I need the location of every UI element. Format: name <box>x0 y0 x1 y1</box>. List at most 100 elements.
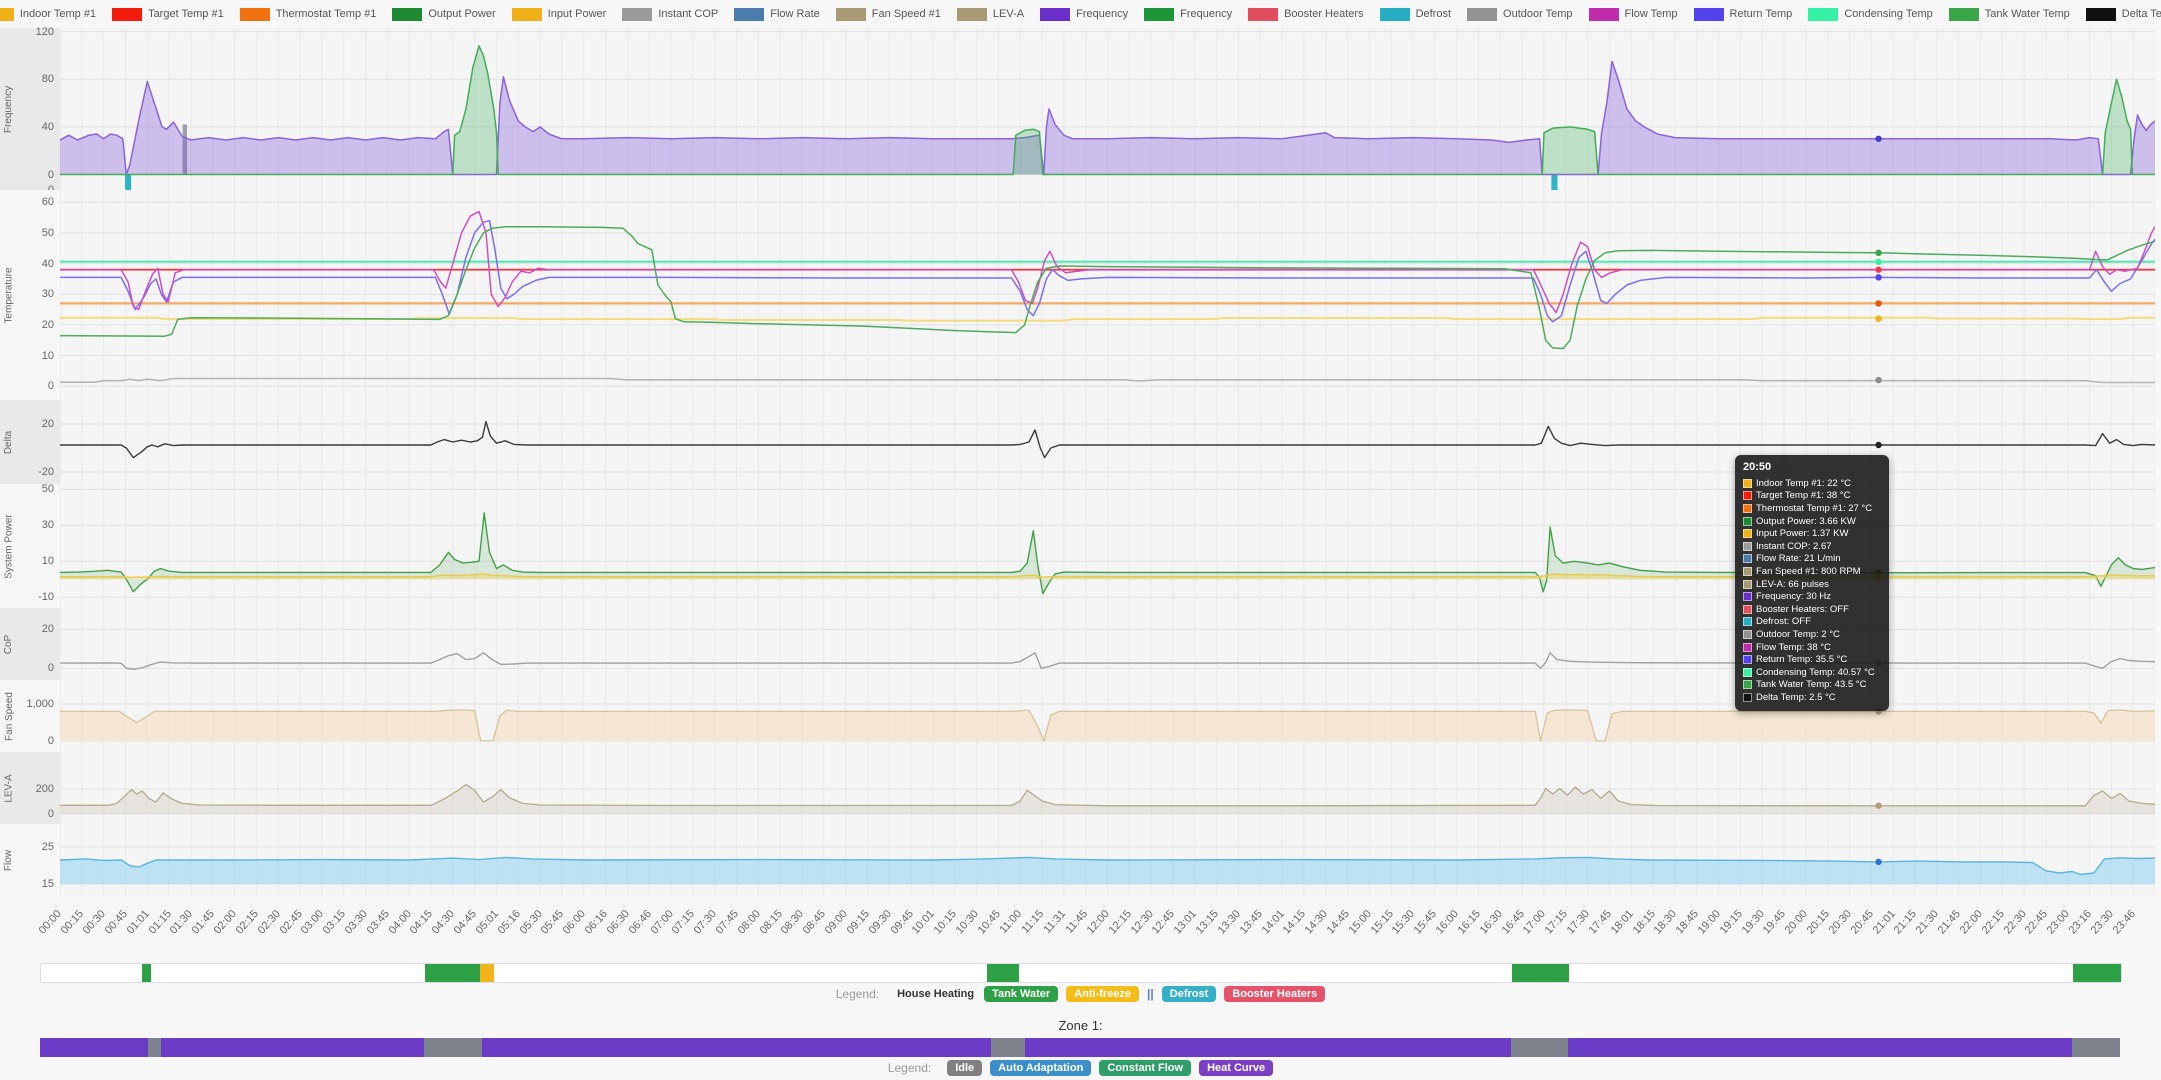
legend-item-defrost[interactable]: Defrost <box>1379 7 1452 21</box>
temperature-crosshair-dot <box>1875 315 1882 322</box>
legend-label: Input Power <box>547 8 607 20</box>
legend-item-lev-a[interactable]: LEV-A <box>956 7 1025 21</box>
tooltip-value: Output Power: 3.66 KW <box>1756 515 1856 527</box>
legend-item-return-temp[interactable]: Return Temp <box>1693 7 1792 21</box>
bar-segment <box>990 1038 1026 1057</box>
tooltip-value: Fan Speed #1: 800 RPM <box>1756 565 1861 577</box>
frequency-event-bar <box>1551 174 1558 190</box>
legend-item-target-temp-1[interactable]: Target Temp #1 <box>112 7 224 21</box>
legend-item-delta-temp[interactable]: Delta Temp <box>2085 7 2161 21</box>
legend-swatch <box>239 7 270 21</box>
fan_speed-ytick: 1,000 <box>26 698 54 710</box>
fan_speed-axis-title: Fan Speed <box>3 691 15 741</box>
legend-item-frequency[interactable]: Frequency <box>1040 7 1128 21</box>
system_power-axis-title: System Power <box>3 513 15 579</box>
temperature-ytick: 50 <box>41 226 54 239</box>
legend-swatch <box>622 7 653 21</box>
legend-badge-constant-flow: Constant Flow <box>1099 1060 1192 1076</box>
tooltip-row: Frequency: 30 Hz <box>1743 590 1881 603</box>
legend-item-frequency[interactable]: Frequency <box>1144 7 1233 21</box>
legend-item-outdoor-temp[interactable]: Outdoor Temp <box>1467 7 1573 21</box>
flow-crosshair-dot <box>1875 858 1882 866</box>
temperature-plot-area[interactable] <box>60 190 2155 400</box>
legend-badge-house-heating: House Heating <box>897 988 975 1000</box>
tooltip-value: Condensing Temp: 40.57 °C <box>1756 666 1875 678</box>
tooltip-swatch <box>1743 667 1752 677</box>
tooltip-row: Booster Heaters: OFF <box>1743 603 1881 616</box>
legend-item-indoor-temp-1[interactable]: Indoor Temp #1 <box>0 7 96 21</box>
legend-swatch <box>1808 7 1839 21</box>
lev_a-ytick: 200 <box>35 783 54 795</box>
cop-ytick: 0 <box>47 662 54 675</box>
legend-label: LEV-A <box>992 8 1025 20</box>
legend-item-flow-rate[interactable]: Flow Rate <box>734 7 820 21</box>
temperature-ytick: 30 <box>41 288 54 301</box>
delta-ytick: -20 <box>38 466 54 478</box>
system_power-ytick: -10 <box>38 591 54 604</box>
cop-ytick: 20 <box>41 623 54 636</box>
legend-label: Outdoor Temp <box>1503 8 1573 20</box>
cop-axis-title: CoP <box>3 634 15 654</box>
legend-item-condensing-temp[interactable]: Condensing Temp <box>1808 7 1933 21</box>
bar-segment <box>424 964 481 982</box>
tooltip-row: Return Temp: 35.5 °C <box>1743 653 1881 666</box>
frequency-plot-area[interactable] <box>60 28 2155 190</box>
tooltip-row: Thermostat Temp #1: 27 °C <box>1743 502 1881 515</box>
legend-item-thermostat-temp-1[interactable]: Thermostat Temp #1 <box>239 7 376 21</box>
tooltip-swatch <box>1743 503 1752 513</box>
legend-item-output-power[interactable]: Output Power <box>392 7 496 21</box>
tooltip-value: Flow Rate: 21 L/min <box>1756 553 1841 565</box>
tooltip-swatch <box>1743 579 1752 589</box>
legend-item-input-power[interactable]: Input Power <box>511 7 607 21</box>
legend-item-flow-temp[interactable]: Flow Temp <box>1588 7 1678 21</box>
tooltip-value: Frequency: 30 Hz <box>1756 591 1831 603</box>
zone-mode-bar <box>40 1038 2120 1057</box>
tooltip-swatch <box>1743 617 1752 627</box>
legend-label: Frequency <box>1180 8 1233 20</box>
lev_a-plot-area[interactable] <box>60 752 2155 824</box>
temperature-crosshair-dot <box>1875 249 1882 257</box>
tooltip-row: Fan Speed #1: 800 RPM <box>1743 565 1881 578</box>
bar-segment <box>480 964 495 982</box>
legend-swatch <box>2085 7 2116 21</box>
tooltip-value: Input Power: 1.37 KW <box>1756 528 1849 540</box>
temperature-crosshair-dot <box>1875 258 1882 266</box>
lev_a-axis-column: LEV-A 200 0 <box>0 752 60 824</box>
legend-item-tank-water-temp[interactable]: Tank Water Temp <box>1948 7 2070 21</box>
temperature-crosshair-dot <box>1875 300 1882 307</box>
panel-temperature: Temperature 60 50 40 30 20 10 0 <box>0 190 2155 400</box>
delta-crosshair-dot <box>1875 441 1882 449</box>
lev_a-crosshair-dot <box>1875 802 1882 809</box>
flow-plot-area[interactable] <box>60 824 2155 896</box>
frequency-ytick: 40 <box>41 120 54 133</box>
temperature-ytick: 40 <box>41 257 54 270</box>
legend-item-fan-speed-1[interactable]: Fan Speed #1 <box>835 7 941 21</box>
delta-axis-title: Delta <box>3 430 15 454</box>
legend-item-instant-cop[interactable]: Instant COP <box>622 7 718 21</box>
series-area-fan-speed-1 <box>60 709 2155 741</box>
legend-item-booster-heaters[interactable]: Booster Heaters <box>1248 7 1364 21</box>
x-axis-time-labels: 00:00 00:15 00:30 00:45 01:01 01:15 01:30 01:45… <box>37 907 2138 937</box>
legend-swatch <box>1379 7 1410 21</box>
tooltip-value: Thermostat Temp #1: 27 °C <box>1756 502 1873 514</box>
flow-ytick: 15 <box>41 878 54 891</box>
legend-label: Target Temp #1 <box>148 8 224 20</box>
temperature-ytick: 0 <box>47 380 54 393</box>
lev_a-ytick: 0 <box>47 808 54 820</box>
tooltip-value: Return Temp: 35.5 °C <box>1756 654 1848 666</box>
tooltip-row: Instant COP: 2.67 <box>1743 540 1881 553</box>
tooltip-value: Booster Heaters: OFF <box>1756 603 1849 615</box>
bar-segment <box>2072 1038 2120 1057</box>
tooltip-row: Target Temp #1: 38 °C <box>1743 490 1881 503</box>
legend-label: Defrost <box>1415 8 1452 20</box>
legend-swatch <box>956 7 987 21</box>
legend-swatch <box>1248 7 1279 21</box>
frequency-crosshair-dot <box>1875 135 1882 142</box>
tooltip-value: Outdoor Temp: 2 °C <box>1756 628 1840 640</box>
tooltip-swatch <box>1743 655 1752 665</box>
tooltip-value: Target Temp #1: 38 °C <box>1756 490 1851 502</box>
tooltip-swatch <box>1743 642 1752 652</box>
legend-swatch <box>1040 7 1071 21</box>
legend-label: Delta Temp <box>2121 8 2161 20</box>
panel-lev_a: LEV-A 200 0 <box>0 752 2155 824</box>
